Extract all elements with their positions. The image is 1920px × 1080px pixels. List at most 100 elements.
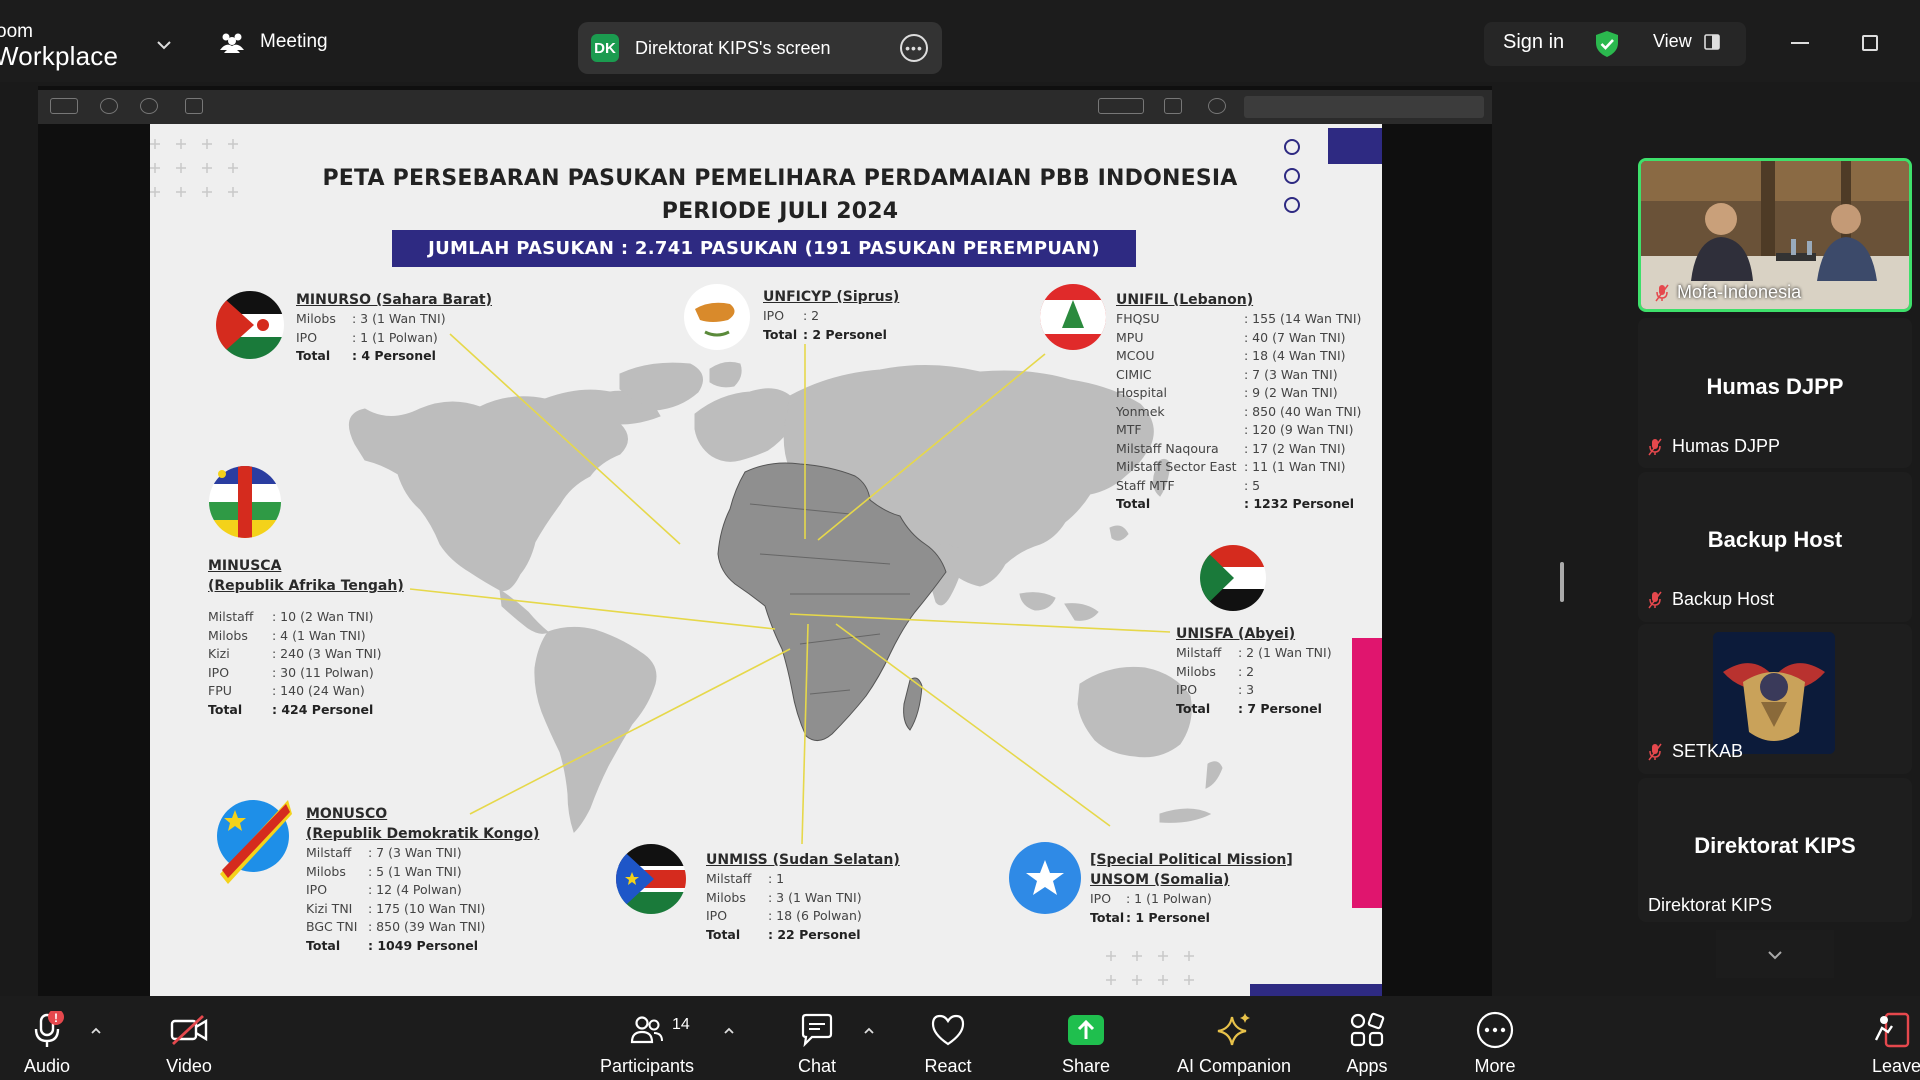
- row-key: IPO: [306, 882, 328, 897]
- mic-off-icon: [1648, 438, 1662, 455]
- row-value: : 155 (14 Wan TNI): [1244, 311, 1362, 326]
- row-key: Milobs: [208, 627, 248, 643]
- mission-title: [Special Political Mission]: [1090, 852, 1293, 868]
- participants-options-caret[interactable]: [722, 1024, 736, 1038]
- audio-options-caret[interactable]: [89, 1024, 103, 1038]
- row-key: Staff MTF: [1116, 477, 1175, 493]
- row-key: IPO: [706, 908, 728, 923]
- row-key: Kizi: [208, 646, 230, 661]
- more-label: More: [1474, 1056, 1516, 1076]
- share-button[interactable]: Share: [1031, 1010, 1141, 1077]
- layout-icon: [50, 98, 78, 114]
- total-key: Total: [763, 326, 798, 342]
- total-value: : 4 Personel: [352, 348, 436, 363]
- row-value: : 3 (1 Wan TNI): [352, 311, 446, 326]
- total-value: : 22 Personel: [768, 926, 861, 942]
- apps-icon: [1350, 1012, 1385, 1047]
- mission-minurso: MINURSO (Sahara Barat) Milobs: 3 (1 Wan …: [296, 290, 492, 366]
- total-key: Total: [306, 937, 341, 953]
- brand-line2: Workplace: [0, 41, 119, 71]
- mission-monusco: MONUSCO (Republik Demokratik Kongo) Mils…: [306, 804, 539, 955]
- mission-unisfa: UNISFA (Abyei) Milstaff: 2 (1 Wan TNI) M…: [1176, 624, 1332, 718]
- audio-button[interactable]: ! Audio: [0, 1010, 102, 1077]
- slide-title-line1: PETA PERSEBARAN PASUKAN PEMELIHARA PERDA…: [322, 166, 1238, 191]
- slide-title-line2: PERIODE JULI 2024: [661, 199, 899, 224]
- view-button[interactable]: View: [1653, 31, 1692, 52]
- participant-name-text: SETKAB: [1672, 741, 1744, 761]
- sign-in-button[interactable]: Sign in: [1503, 31, 1564, 54]
- shield-check-icon[interactable]: [1594, 30, 1620, 58]
- total-value: : 1 Personel: [1126, 909, 1210, 925]
- chat-label: Chat: [797, 1056, 837, 1076]
- participant-name: SETKAB: [1648, 741, 1743, 762]
- scroll-down-button[interactable]: [1716, 930, 1834, 978]
- heart-icon: [931, 1014, 965, 1046]
- row-key: Kizi TNI: [306, 900, 353, 916]
- mission-title: UNFICYP (Siprus): [763, 289, 900, 305]
- settings-icon: [1208, 98, 1226, 114]
- row-key: FPU: [208, 683, 232, 698]
- chevron-down-icon: [1768, 951, 1782, 960]
- export-icon: [185, 98, 203, 114]
- view-grid-icon: [1704, 34, 1720, 50]
- panel-resize-handle[interactable]: [1560, 562, 1564, 602]
- meeting-menu[interactable]: Meeting: [218, 30, 328, 54]
- audio-label: Audio: [23, 1056, 71, 1076]
- video-button[interactable]: Video: [134, 1010, 244, 1077]
- row-key: IPO: [1176, 682, 1198, 697]
- row-key: Milstaff: [306, 845, 352, 860]
- audio-alert-badge: !: [54, 1011, 58, 1025]
- zoom-out-icon: [100, 98, 118, 114]
- share-avatar-badge: DK: [591, 34, 619, 62]
- pen-icon: [1098, 98, 1144, 114]
- row-value: : 3: [1238, 682, 1255, 697]
- row-key: IPO: [763, 308, 785, 323]
- more-button[interactable]: More: [1440, 1010, 1550, 1077]
- video-tile-mofa[interactable]: Mofa-Indonesia: [1638, 158, 1912, 312]
- row-value: : 2: [803, 308, 820, 323]
- magenta-side-bar: [1352, 638, 1382, 908]
- row-value: : 5 (1 Wan TNI): [368, 863, 462, 879]
- mic-off-icon: [1648, 591, 1662, 608]
- react-button[interactable]: React: [893, 1010, 1003, 1077]
- mic-icon: !: [34, 1011, 64, 1047]
- participants-label: Participants: [599, 1056, 695, 1076]
- row-value: : 18 (4 Wan TNI): [1244, 348, 1346, 363]
- zoom-in-icon: [140, 98, 158, 114]
- chevron-down-icon[interactable]: [153, 34, 175, 56]
- row-value: : 2 (1 Wan TNI): [1238, 645, 1332, 660]
- minimize-icon[interactable]: [1791, 42, 1809, 44]
- participant-name: Backup Host: [1648, 589, 1774, 610]
- more-dots-icon[interactable]: •••: [900, 34, 928, 62]
- row-value: : 7 (3 Wan TNI): [368, 845, 462, 860]
- flag-western-sahara: [216, 291, 284, 359]
- mission-unmiss: UNMISS (Sudan Selatan) Milstaff: 1 Milob…: [706, 850, 900, 944]
- mic-off-icon: [1648, 743, 1662, 760]
- apps-button[interactable]: Apps: [1312, 1010, 1422, 1077]
- flag-south-sudan: [616, 844, 686, 914]
- row-value: : 850 (39 Wan TNI): [368, 919, 486, 934]
- share-label: Share: [1061, 1056, 1111, 1076]
- participant-name-text: Mofa-Indonesia: [1677, 282, 1802, 302]
- row-key: MTF: [1116, 422, 1142, 437]
- chat-button[interactable]: Chat: [762, 1010, 872, 1077]
- maximize-icon[interactable]: [1862, 35, 1878, 51]
- video-label: Video: [166, 1056, 212, 1076]
- total-key: Total: [1090, 909, 1125, 925]
- navy-corner-block: [1328, 128, 1382, 164]
- mic-off-icon: [1655, 284, 1669, 301]
- lock-icon: [1164, 98, 1182, 114]
- row-value: : 175 (10 Wan TNI): [368, 900, 486, 916]
- row-key: Milstaff: [1176, 645, 1222, 660]
- screen-share-indicator[interactable]: DK Direktorat KIPS's screen •••: [578, 22, 942, 74]
- chat-options-caret[interactable]: [862, 1024, 876, 1038]
- row-value: : 4 (1 Wan TNI): [272, 627, 366, 643]
- row-value: : 30 (11 Polwan): [272, 664, 374, 680]
- ai-companion-button[interactable]: AI Companion: [1159, 1010, 1309, 1077]
- row-value: : 7 (3 Wan TNI): [1244, 366, 1338, 382]
- row-key: Milobs: [706, 889, 746, 905]
- presenter-search-input: [1244, 96, 1484, 118]
- app-brand: oom Workplace: [0, 20, 119, 71]
- video-off-icon: [170, 1014, 208, 1046]
- leave-button[interactable]: Leave: [1852, 1010, 1920, 1077]
